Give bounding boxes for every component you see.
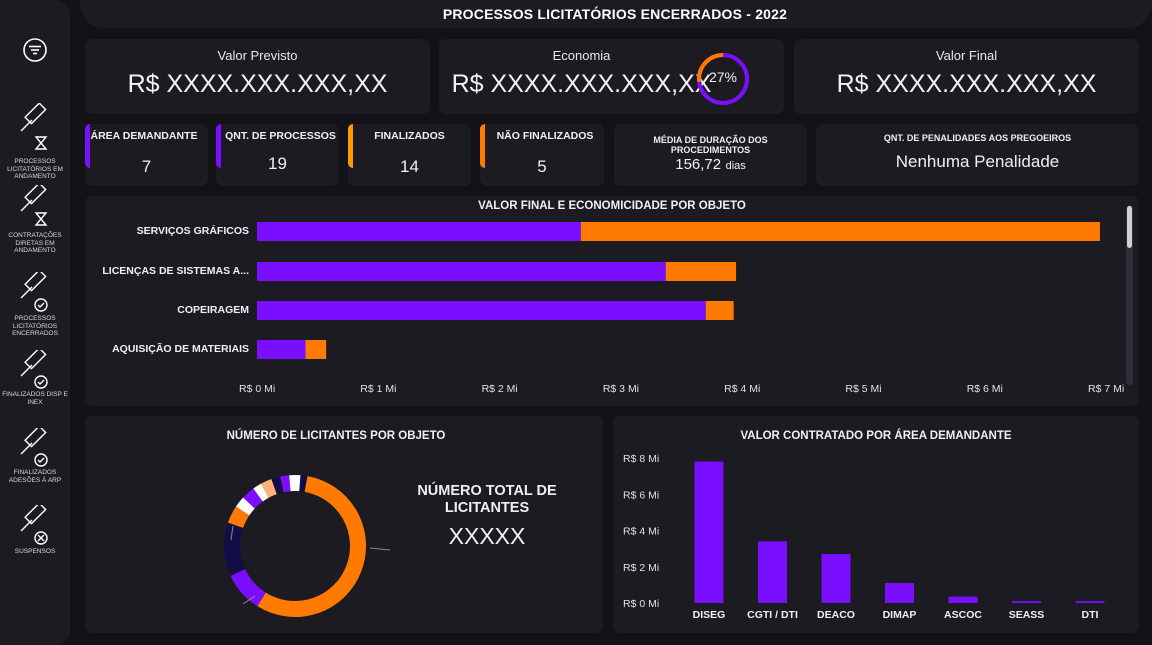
leader-line: [369, 547, 391, 551]
y-tick-label: R$ 0 Mi: [623, 598, 659, 610]
bar-segment[interactable]: [257, 262, 666, 281]
kpi-value: R$ XXXX.XXX.XXX,XX: [836, 70, 1097, 98]
total-licitantes-value: XXXXX: [448, 523, 526, 549]
y-tick-label: R$ 2 Mi: [623, 562, 659, 574]
sidebar-item-finalizados-disp[interactable]: FINALIZADOS DISP E INEX: [0, 350, 70, 406]
stat-finalizados: FINALIZADOS 14: [348, 124, 471, 186]
bar-segment[interactable]: [665, 262, 737, 281]
kpi-label: Valor Previsto: [217, 48, 298, 63]
sidebar-item-finalizados-adesoes[interactable]: FINALIZADOS ADESÕES À ARP: [0, 428, 70, 484]
column-chart: R$ 8 Mi R$ 6 Mi R$ 4 Mi R$ 2 Mi R$ 0 Mi DISEG…: [623, 453, 1105, 621]
scrollbar-thumb[interactable]: [1127, 206, 1132, 248]
bar-segment[interactable]: [305, 340, 327, 359]
donut-slice[interactable]: [271, 476, 284, 495]
x-category-label: DISEG: [693, 609, 726, 621]
column-bar[interactable]: [1075, 601, 1105, 603]
stat-nao-finalizados: NÃO FINALIZADOS 5: [480, 124, 604, 186]
stat-label: QNT. DE PENALIDADES AOS PREGOEIROS: [883, 133, 1072, 143]
donut-slice[interactable]: [299, 475, 308, 492]
x-category-label: DEACO: [817, 609, 855, 621]
bar-segment[interactable]: [580, 222, 1100, 241]
gavel-check-icon: [20, 428, 48, 467]
column-chart-card: VALOR CONTRATADO POR ÁREA DEMANDANTE R$ …: [613, 416, 1139, 633]
column-bar[interactable]: [694, 461, 724, 603]
kpi-label: Valor Final: [935, 48, 998, 63]
column-bar[interactable]: [885, 583, 914, 603]
stat-label: ÁREA DEMANDANTE: [90, 130, 198, 142]
stat-label: NÃO FINALIZADOS: [496, 130, 594, 142]
y-tick-label: R$ 8 Mi: [623, 453, 659, 465]
gavel-hourglass-icon: [20, 103, 48, 150]
gavel-check-icon: [20, 350, 48, 389]
bar-segment[interactable]: [705, 301, 734, 320]
donut-chart: [224, 475, 391, 617]
donut-slice[interactable]: [243, 488, 263, 509]
kpi-economia: Economia R$ XXXX.XXX.XXX,XX 27%: [439, 39, 784, 114]
sidebar-item-suspensos[interactable]: SUSPENSOS: [0, 505, 70, 556]
economia-percent: 27%: [708, 69, 738, 85]
filter-icon[interactable]: [22, 37, 48, 63]
stat-value: 7: [141, 157, 152, 176]
sidebar-item-label: SUSPENSOS: [14, 548, 56, 555]
stat-unit: dias: [725, 160, 746, 172]
donut-slice[interactable]: [253, 483, 269, 502]
page-title: PROCESSOS LICITATÓRIOS ENCERRADOS - 2022: [442, 6, 788, 22]
sidebar-item-label: PROCESSOS LICITATÓRIOS EM ANDAMENTO: [7, 158, 63, 180]
kpi-value: R$ XXXX.XXX.XXX,XX: [127, 70, 388, 98]
sidebar-item-processos-encerrados[interactable]: PROCESSOS LICITATÓRIOS ENCERRADOS: [0, 272, 70, 338]
column-bar[interactable]: [948, 596, 978, 603]
stat-area-demandante: ÁREA DEMANDANTE 7: [85, 124, 208, 186]
gavel-hourglass-icon: [20, 185, 48, 226]
donut-slice[interactable]: [261, 479, 277, 498]
sidebar-item-contratacoes-andamento[interactable]: CONTRATAÇÕES DIRETAS EM ANDAMENTO: [0, 185, 70, 255]
total-licitantes-label: NÚMERO TOTAL DE LICITANTES: [417, 483, 557, 516]
x-category-label: CGTI / DTI: [747, 609, 798, 621]
donut-slice[interactable]: [257, 476, 366, 617]
y-tick-label: R$ 4 Mi: [623, 526, 659, 538]
stat-value: 14: [400, 157, 419, 176]
sidebar-item-label: PROCESSOS LICITATÓRIOS ENCERRADOS: [12, 315, 58, 337]
column-bar[interactable]: [758, 541, 787, 603]
bar-segment[interactable]: [257, 340, 306, 359]
x-category-label: ASCOC: [944, 609, 982, 621]
sidebar: PROCESSOS LICITATÓRIOS EM ANDAMENTO CONT…: [0, 0, 70, 645]
stat-label: QNT. DE PROCESSOS: [225, 130, 336, 142]
stat-value: 19: [268, 154, 287, 173]
stat-media-duracao: MÉDIA DE DURAÇÃO DOS PROCEDIMENTOS 156,7…: [614, 124, 807, 186]
sidebar-item-label: CONTRATAÇÕES DIRETAS EM ANDAMENTO: [8, 232, 62, 254]
stat-penalidades: QNT. DE PENALIDADES AOS PREGOEIROS Nenhu…: [816, 124, 1139, 186]
donut-chart-card: NÚMERO DE LICITANTES POR OBJETO NÚMERO T…: [85, 416, 603, 633]
column-bar[interactable]: [1012, 601, 1041, 603]
donut-slice[interactable]: [236, 497, 255, 516]
donut-slice[interactable]: [224, 548, 246, 576]
kpi-valor-previsto: Valor Previsto R$ XXXX.XXX.XXX,XX: [85, 39, 430, 114]
stat-label: MÉDIA DE DURAÇÃO DOS PROCEDIMENTOS: [653, 135, 768, 155]
y-tick-label: R$ 6 Mi: [623, 489, 659, 501]
bar-segment[interactable]: [257, 222, 581, 241]
gavel-check-icon: [20, 272, 48, 312]
donut-slice[interactable]: [280, 475, 291, 493]
stat-value: Nenhuma Penalidade: [895, 152, 1060, 171]
sidebar-item-label: FINALIZADOS DISP E INEX: [2, 391, 68, 406]
sidebar-item-processos-andamento[interactable]: PROCESSOS LICITATÓRIOS EM ANDAMENTO: [0, 103, 70, 181]
chart-title: NÚMERO DE LICITANTES POR OBJETO: [226, 430, 446, 442]
bar-chart-card: VALOR FINAL E ECONOMICIDADE POR OBJETO S…: [85, 196, 1139, 406]
donut-slice[interactable]: [230, 568, 267, 607]
x-category-label: SEASS: [1009, 609, 1045, 621]
bar-chart: [257, 222, 1100, 359]
donut-slice[interactable]: [227, 506, 250, 529]
column-bar[interactable]: [821, 554, 851, 603]
gavel-x-icon: [20, 505, 48, 545]
sidebar-item-label: FINALIZADOS ADESÕES À ARP: [8, 469, 62, 484]
x-category-label: DTI: [1082, 609, 1099, 621]
bar-segment[interactable]: [257, 301, 706, 320]
stat-value: 156,72: [675, 156, 722, 173]
stat-qnt-processos: QNT. DE PROCESSOS 19: [216, 124, 339, 186]
x-category-label: DIMAP: [883, 609, 917, 621]
stat-label: FINALIZADOS: [374, 130, 445, 142]
stat-value: 5: [537, 157, 547, 176]
kpi-valor-final: Valor Final R$ XXXX.XXX.XXX,XX: [794, 39, 1139, 114]
